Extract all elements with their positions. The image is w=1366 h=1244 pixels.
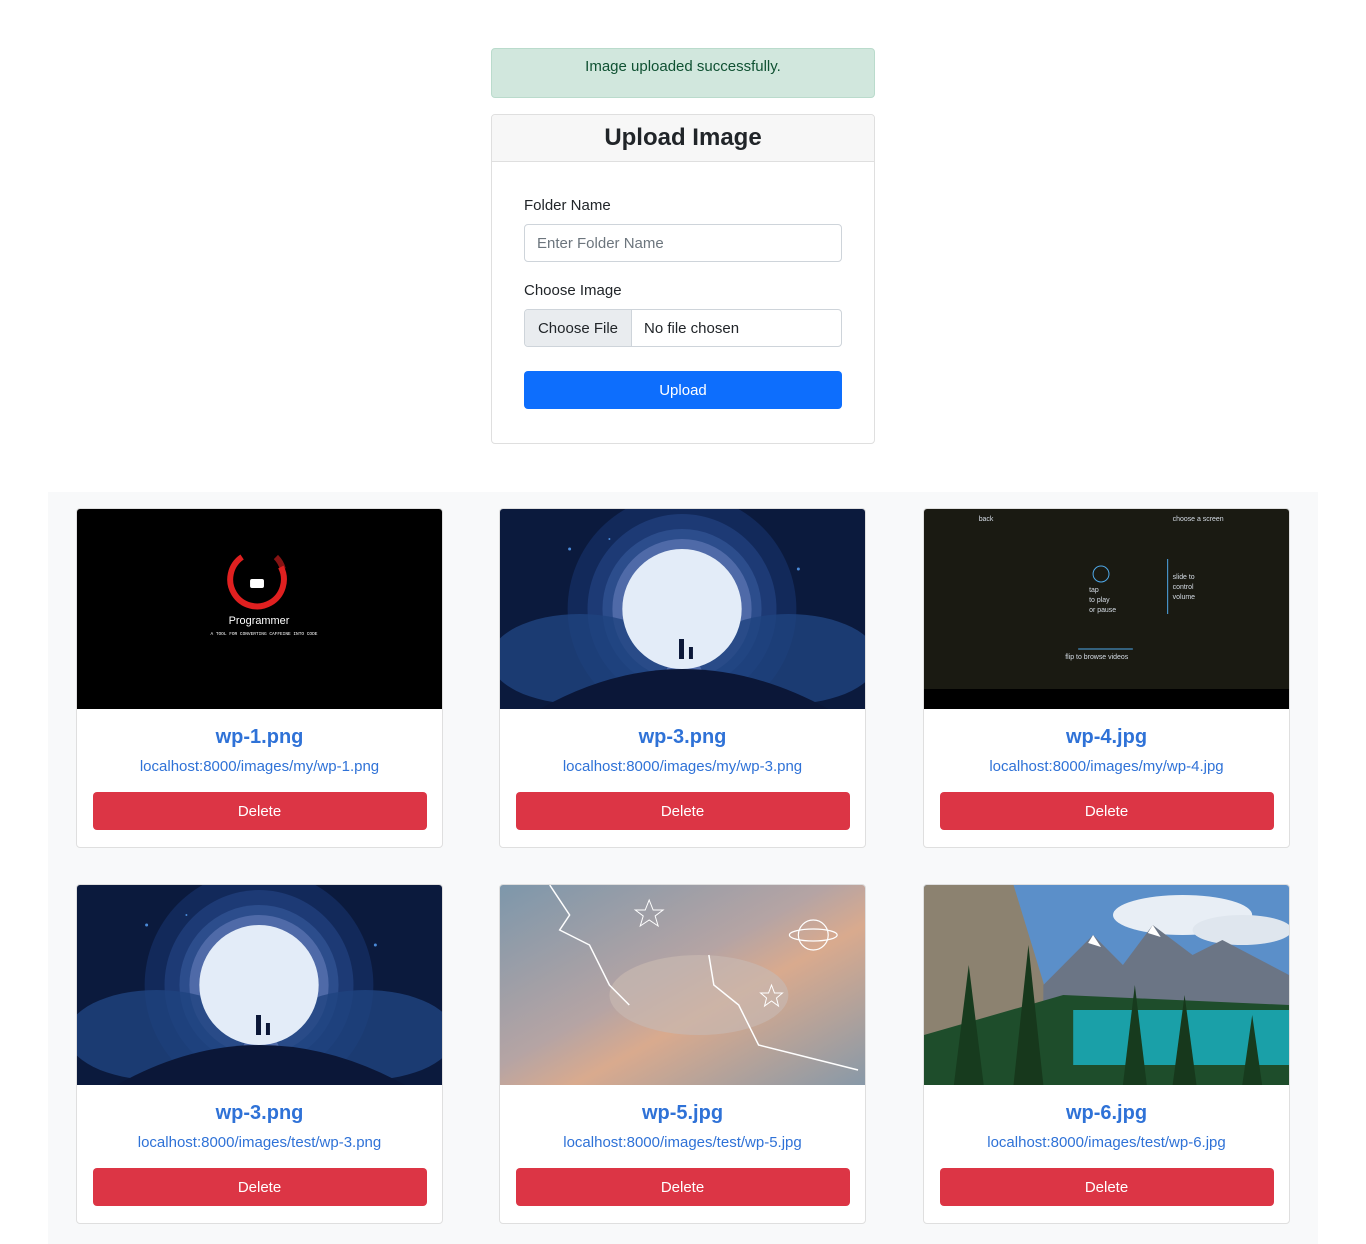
upload-card: Upload Image Folder Name Choose Image Ch…: [491, 114, 875, 444]
choose-image-label: Choose Image: [524, 282, 622, 299]
image-url-link[interactable]: localhost:8000/images/my/wp-1.png: [77, 758, 442, 775]
file-status-text: No file chosen: [644, 319, 740, 337]
delete-button[interactable]: Delete: [515, 792, 850, 830]
image-text-flip: flip to browse videos: [1065, 654, 1128, 661]
file-input[interactable]: Choose File No file chosen: [524, 309, 842, 347]
image-card: Programmer A TOOL FOR CONVERTING CAFFEIN…: [76, 508, 443, 848]
image-thumbnail-chalkboard[interactable]: back choose a screen tap to play or paus…: [924, 509, 1289, 709]
image-card: wp-5.jpg localhost:8000/images/test/wp-5…: [499, 884, 866, 1224]
image-url-link[interactable]: localhost:8000/images/my/wp-3.png: [500, 758, 865, 775]
image-title: wp-4.jpg: [1065, 726, 1148, 748]
image-title: wp-1.png: [215, 726, 304, 748]
delete-button[interactable]: Delete: [939, 1168, 1274, 1206]
upload-form: Folder Name Choose Image Choose File No …: [492, 162, 874, 409]
image-headline: Programmer: [229, 615, 290, 627]
delete-button[interactable]: Delete: [92, 792, 427, 830]
image-title: wp-3.png: [638, 726, 727, 748]
choose-file-button[interactable]: Choose File: [525, 310, 632, 346]
folder-name-label: Folder Name: [524, 197, 611, 214]
image-text-slide: slide to: [1173, 574, 1195, 581]
success-alert: Image uploaded successfully.: [491, 48, 875, 98]
image-thumbnail-sky[interactable]: [500, 885, 865, 1085]
image-text-or-pause: or pause: [1089, 607, 1116, 614]
image-url-link[interactable]: localhost:8000/images/test/wp-6.jpg: [924, 1134, 1289, 1151]
image-card: back choose a screen tap to play or paus…: [923, 508, 1290, 848]
upload-card-title: Upload Image: [492, 115, 874, 162]
image-thumbnail-moon[interactable]: [500, 509, 865, 709]
image-url-link[interactable]: localhost:8000/images/test/wp-5.jpg: [500, 1134, 865, 1151]
image-tagline: A TOOL FOR CONVERTING CAFFEINE INTO CODE: [210, 631, 317, 637]
image-text-tap: tap: [1089, 587, 1099, 594]
image-thumbnail-mountain-lake[interactable]: [924, 885, 1289, 1085]
folder-name-input[interactable]: [524, 224, 842, 262]
image-card: wp-6.jpg localhost:8000/images/test/wp-6…: [923, 884, 1290, 1224]
image-card: wp-3.png localhost:8000/images/my/wp-3.p…: [499, 508, 866, 848]
image-url-link[interactable]: localhost:8000/images/test/wp-3.png: [77, 1134, 442, 1151]
delete-button[interactable]: Delete: [939, 792, 1274, 830]
image-card: wp-3.png localhost:8000/images/test/wp-3…: [76, 884, 443, 1224]
upload-button[interactable]: Upload: [524, 371, 842, 409]
alert-message: Image uploaded successfully.: [585, 58, 781, 75]
image-url-link[interactable]: localhost:8000/images/my/wp-4.jpg: [924, 758, 1289, 775]
image-text-back: back: [979, 516, 994, 523]
image-text-to-play: to play: [1089, 597, 1110, 604]
delete-button[interactable]: Delete: [515, 1168, 850, 1206]
image-thumbnail-programmer[interactable]: Programmer A TOOL FOR CONVERTING CAFFEIN…: [77, 509, 442, 709]
delete-button[interactable]: Delete: [92, 1168, 427, 1206]
image-title: wp-3.png: [215, 1102, 304, 1124]
image-gallery: Programmer A TOOL FOR CONVERTING CAFFEIN…: [48, 492, 1318, 1244]
image-title: wp-5.jpg: [641, 1102, 724, 1124]
image-text-volume: volume: [1173, 594, 1196, 601]
image-text-choose: choose a screen: [1173, 516, 1224, 523]
image-text-control: control: [1173, 584, 1194, 591]
image-title: wp-6.jpg: [1065, 1102, 1148, 1124]
image-thumbnail-moon[interactable]: [77, 885, 442, 1085]
